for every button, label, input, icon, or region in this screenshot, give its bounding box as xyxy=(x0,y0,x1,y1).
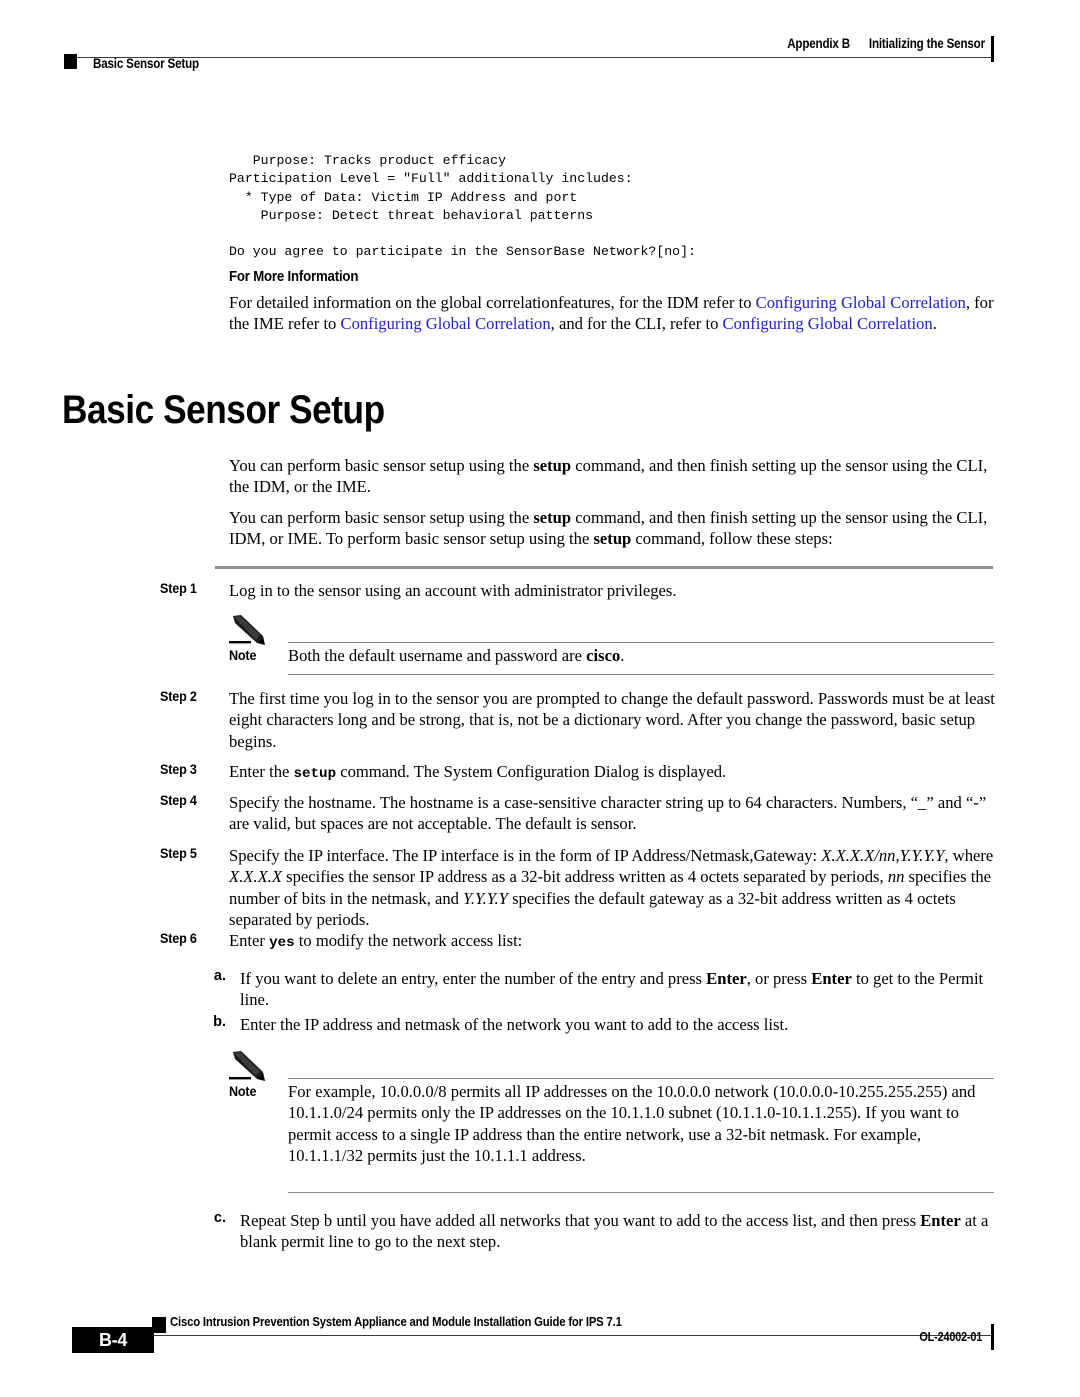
step-3-text-c: command. The System Configuration Dialog… xyxy=(336,762,727,781)
substep-a: a. If you want to delete an entry, enter… xyxy=(200,968,995,1011)
substep-a-text-c: , or press xyxy=(746,969,812,988)
step-2: Step 2 The first time you log in to the … xyxy=(160,688,995,752)
note-1-text-a: Both the default username and password a… xyxy=(288,646,587,665)
pencil-icon xyxy=(229,1050,269,1082)
substep-a-text-a: If you want to delete an entry, enter th… xyxy=(240,969,707,988)
intro-p2-text-e: command, follow these steps: xyxy=(631,529,833,549)
step-6-label: Step 6 xyxy=(160,930,197,946)
steps-top-divider xyxy=(215,566,993,569)
step-5-body: Specify the IP interface. The IP interfa… xyxy=(229,845,995,931)
step-4-body: Specify the hostname. The hostname is a … xyxy=(229,793,987,834)
step-3: Step 3 Enter the setup command. The Syst… xyxy=(160,761,995,785)
link-configuring-global-correlation-idm[interactable]: Configuring Global Correlation xyxy=(756,293,966,312)
step-5-syntax-3: nn xyxy=(887,867,905,887)
step-5-syntax-2: X.X.X.X xyxy=(229,867,282,887)
footer-page-number: B-4 xyxy=(98,1330,128,1350)
intro-p1-command: setup xyxy=(533,456,572,475)
note-2-label: Note xyxy=(229,1083,257,1099)
note-2-body: For example, 10.0.0.0/8 permits all IP a… xyxy=(288,1082,976,1166)
substep-c: c. Repeat Step b until you have added al… xyxy=(200,1210,995,1253)
step-5-text-b: , where xyxy=(944,846,994,865)
for-more-information-heading: For More Information xyxy=(229,268,359,285)
header-appendix-label: Appendix B xyxy=(787,36,851,51)
intro-paragraph-2: You can perform basic sensor setup using… xyxy=(229,507,995,550)
footer-document-title: Cisco Intrusion Prevention System Applia… xyxy=(170,1314,622,1329)
substep-c-label: c. xyxy=(213,1210,226,1226)
note-1-label: Note xyxy=(229,647,257,663)
note-1-rule-top xyxy=(288,642,994,643)
header-running-head: Basic Sensor Setup xyxy=(93,56,199,71)
step-2-body: The first time you log in to the sensor … xyxy=(229,689,995,751)
step-4: Step 4 Specify the hostname. The hostnam… xyxy=(160,792,995,835)
step-5-text-a: Specify the IP interface. The IP interfa… xyxy=(229,846,822,865)
cli-output-codeblock: Purpose: Tracks product efficacy Partici… xyxy=(229,153,696,260)
step-5: Step 5 Specify the IP interface. The IP … xyxy=(160,845,995,931)
pencil-icon xyxy=(229,614,269,646)
step-1-label: Step 1 xyxy=(160,580,197,596)
intro-p2-text-a: You can perform basic sensor setup using… xyxy=(229,508,534,527)
step-5-syntax-1: X.X.X.X/nn,Y.Y.Y.Y xyxy=(821,846,945,865)
fmi-text-4: . xyxy=(932,314,937,334)
link-configuring-global-correlation-cli[interactable]: Configuring Global Correlation xyxy=(723,314,933,333)
substep-a-key-1: Enter xyxy=(706,969,747,988)
substep-a-key-2: Enter xyxy=(811,969,852,988)
substep-c-text-a: Repeat Step b until you have added all n… xyxy=(240,1211,921,1230)
step-5-text-c: specifies the sensor IP address as a 32-… xyxy=(282,867,888,887)
intro-p2-command-1: setup xyxy=(533,508,572,527)
note-1: Note Both the default username and passw… xyxy=(229,614,994,676)
step-3-text-a: Enter the xyxy=(229,762,294,781)
substep-c-body: Repeat Step b until you have added all n… xyxy=(240,1210,995,1253)
intro-p1-text-a: You can perform basic sensor setup using… xyxy=(229,456,534,475)
substep-b: b. Enter the IP address and netmask of t… xyxy=(200,1014,995,1035)
substep-b-body: Enter the IP address and netmask of the … xyxy=(240,1015,789,1034)
note-1-rule-bottom xyxy=(288,674,994,675)
step-3-label: Step 3 xyxy=(160,761,197,777)
footer-bullet-square-icon xyxy=(152,1317,166,1333)
header-divider xyxy=(72,57,992,58)
link-configuring-global-correlation-ime[interactable]: Configuring Global Correlation xyxy=(341,314,551,333)
page-footer: Cisco Intrusion Prevention System Applia… xyxy=(0,1300,1080,1397)
note-2-rule-bottom xyxy=(288,1192,994,1193)
note-2: Note For example, 10.0.0.0/8 permits all… xyxy=(229,1050,994,1193)
header-appendix-info: Appendix B Initializing the Sensor xyxy=(787,36,985,51)
step-5-syntax-4: Y.Y.Y.Y xyxy=(463,888,508,908)
step-1: Step 1 Log in to the sensor using an acc… xyxy=(160,580,995,601)
step-3-command: setup xyxy=(293,766,337,782)
note-1-body: Both the default username and password a… xyxy=(288,614,994,666)
page-title: Basic Sensor Setup xyxy=(62,388,385,432)
step-6-command: yes xyxy=(269,935,295,951)
step-3-body: Enter the setup command. The System Conf… xyxy=(229,761,995,785)
header-appendix-title: Initializing the Sensor xyxy=(868,36,985,51)
step-2-label: Step 2 xyxy=(160,688,197,704)
step-5-label: Step 5 xyxy=(160,845,197,861)
note-2-rule-top xyxy=(288,1078,994,1079)
page-header: Appendix B Initializing the Sensor Basic … xyxy=(0,0,1080,90)
footer-document-id: OL-24002-01 xyxy=(919,1330,982,1344)
step-6-text-c: to modify the network access list: xyxy=(294,931,523,950)
footer-edge-tick xyxy=(991,1324,994,1350)
for-more-information-body: For detailed information on the global c… xyxy=(229,292,994,334)
step-1-body: Log in to the sensor using an account wi… xyxy=(229,581,677,600)
substep-a-body: If you want to delete an entry, enter th… xyxy=(240,968,995,1011)
footer-divider xyxy=(110,1335,992,1336)
header-edge-tick xyxy=(991,36,994,62)
substep-a-label: a. xyxy=(213,968,226,984)
step-4-label: Step 4 xyxy=(160,792,197,808)
substep-b-label: b. xyxy=(213,1014,226,1030)
fmi-text-3: , and for the CLI, refer to xyxy=(550,314,723,334)
fmi-text-1: For detailed information on the global c… xyxy=(229,293,756,312)
note-1-text-c: . xyxy=(620,646,625,665)
step-6-body: Enter yes to modify the network access l… xyxy=(229,930,995,954)
header-bullet-square-icon xyxy=(64,54,77,69)
note-1-credential: cisco xyxy=(586,646,621,665)
intro-p2-command-2: setup xyxy=(593,529,632,549)
intro-paragraph-1: You can perform basic sensor setup using… xyxy=(229,455,995,498)
substep-c-key: Enter xyxy=(920,1211,961,1230)
step-6-text-a: Enter xyxy=(229,931,270,950)
step-6: Step 6 Enter yes to modify the network a… xyxy=(160,930,995,954)
